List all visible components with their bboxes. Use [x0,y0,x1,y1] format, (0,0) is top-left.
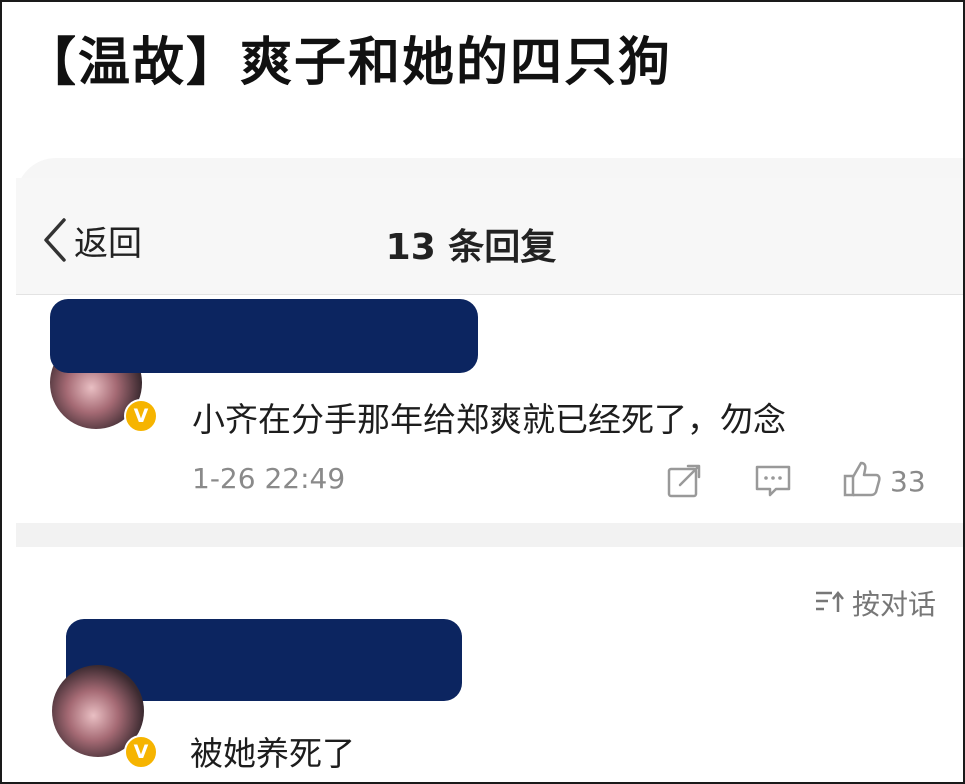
sort-button[interactable]: 按对话 [814,583,936,623]
comment-item: V 小齐在分手那年给郑爽就已经死了，勿念 1-26 22:49 33 [16,295,963,523]
section-divider [16,523,963,547]
headline: 【温故】爽子和她的四只狗 [24,33,673,93]
like-count: 33 [890,464,926,498]
comment-item: 按对话 V 被她养死了 [16,547,963,782]
like-button[interactable]: 33 [842,459,926,503]
article-frame: 【温故】爽子和她的四只狗 返回 13 条回复 V 小齐在分手那年给郑爽就已经死了… [0,0,965,784]
comment-text: 小齐在分手那年给郑爽就已经死了，勿念 [192,400,786,439]
share-icon[interactable] [666,463,702,499]
comment-text: 被她养死了 [190,734,355,773]
thumbs-up-icon [842,459,882,503]
comment-time: 1-26 22:49 [192,462,346,495]
comment-actions: 33 [666,459,926,503]
redacted-username [50,299,478,373]
verified-badge: V [124,399,158,433]
sort-label: 按对话 [851,588,936,621]
nav-bar: 返回 13 条回复 [16,178,963,295]
verified-badge: V [124,735,158,769]
comment-icon[interactable] [754,463,792,499]
sort-icon [814,588,844,618]
page-title: 13 条回复 [385,227,557,268]
